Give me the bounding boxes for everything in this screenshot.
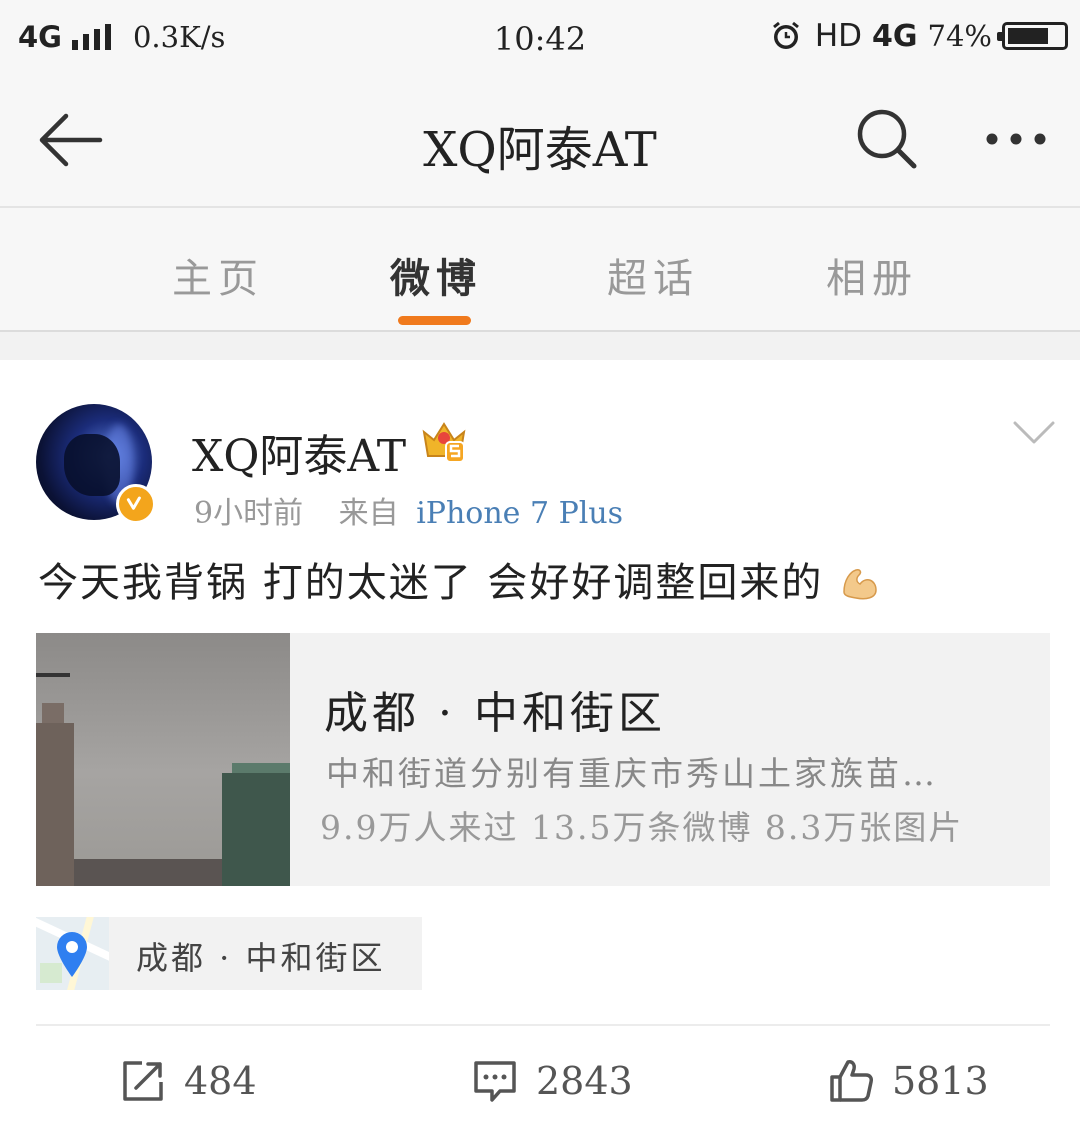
alarm-icon [772, 21, 799, 49]
place-card[interactable]: 成都 · 中和街区 中和街道分别有重庆市秀山土家族苗… 9.9万人来过 13.5… [36, 633, 1050, 886]
place-photo [36, 633, 290, 886]
place-description: 中和街道分别有重庆市秀山土家族苗… [326, 754, 938, 793]
post-card: XQ阿泰AT 9小时前 来自 iPhone 7 Plus 今天我背锅 打的太迷了… [0, 360, 1080, 1135]
hd-indicator: HD [814, 18, 863, 54]
comment-button[interactable]: 2843 [472, 1056, 633, 1106]
active-tab-indicator [398, 316, 471, 325]
post-meta: 9小时前 来自 iPhone 7 Plus [194, 488, 623, 532]
battery-percent: 74% [927, 19, 992, 53]
post-text: 今天我背锅 打的太迷了 会好好调整回来的 [38, 550, 880, 608]
place-title: 成都 · 中和街区 [324, 688, 666, 739]
muscle-emoji-icon [843, 569, 877, 600]
section-gap [0, 332, 1080, 360]
more-icon[interactable] [980, 124, 1052, 154]
location-label: 成都 · 中和街区 [136, 939, 386, 977]
repost-icon [123, 1061, 163, 1101]
lte-indicator: 4G [872, 18, 918, 54]
map-thumbnail [36, 917, 109, 990]
divider [36, 1024, 1050, 1026]
profile-tabs: 主页 微博 超话 相册 [0, 206, 1080, 332]
post-source-label: 来自 [338, 496, 399, 531]
tab-weibo[interactable]: 微博 [346, 246, 526, 304]
post-device[interactable]: iPhone 7 Plus [416, 496, 623, 531]
location-pin-icon [57, 932, 87, 977]
battery-icon [997, 22, 1068, 50]
tab-album[interactable]: 相册 [782, 246, 962, 304]
location-chip[interactable]: 成都 · 中和街区 [36, 917, 422, 990]
repost-count: 484 [184, 1059, 257, 1103]
chevron-down-icon[interactable] [1012, 418, 1056, 448]
post-text-content: 今天我背锅 打的太迷了 会好好调整回来的 [38, 560, 824, 606]
place-stats: 9.9万人来过 13.5万条微博 8.3万张图片 [320, 808, 964, 847]
crown-icon [422, 422, 466, 463]
like-button[interactable]: 5813 [828, 1056, 989, 1106]
thumbs-up-icon [830, 1060, 873, 1102]
tab-home[interactable]: 主页 [128, 246, 308, 304]
comment-count: 2843 [536, 1059, 633, 1103]
post-time: 9小时前 [194, 496, 304, 531]
like-count: 5813 [892, 1059, 989, 1103]
verified-badge-icon [116, 484, 156, 524]
comment-icon [474, 1061, 516, 1102]
status-bar: 4G 0.3K/s 10:42 HD 4G 74% [0, 0, 1080, 80]
post-username[interactable]: XQ阿泰AT [192, 420, 406, 484]
status-right: HD 4G 74% [771, 18, 1068, 54]
search-icon[interactable] [854, 106, 920, 172]
repost-button[interactable]: 484 [120, 1056, 257, 1106]
tab-super-topic[interactable]: 超话 [563, 246, 743, 304]
nav-bar: XQ阿泰AT [0, 80, 1080, 206]
